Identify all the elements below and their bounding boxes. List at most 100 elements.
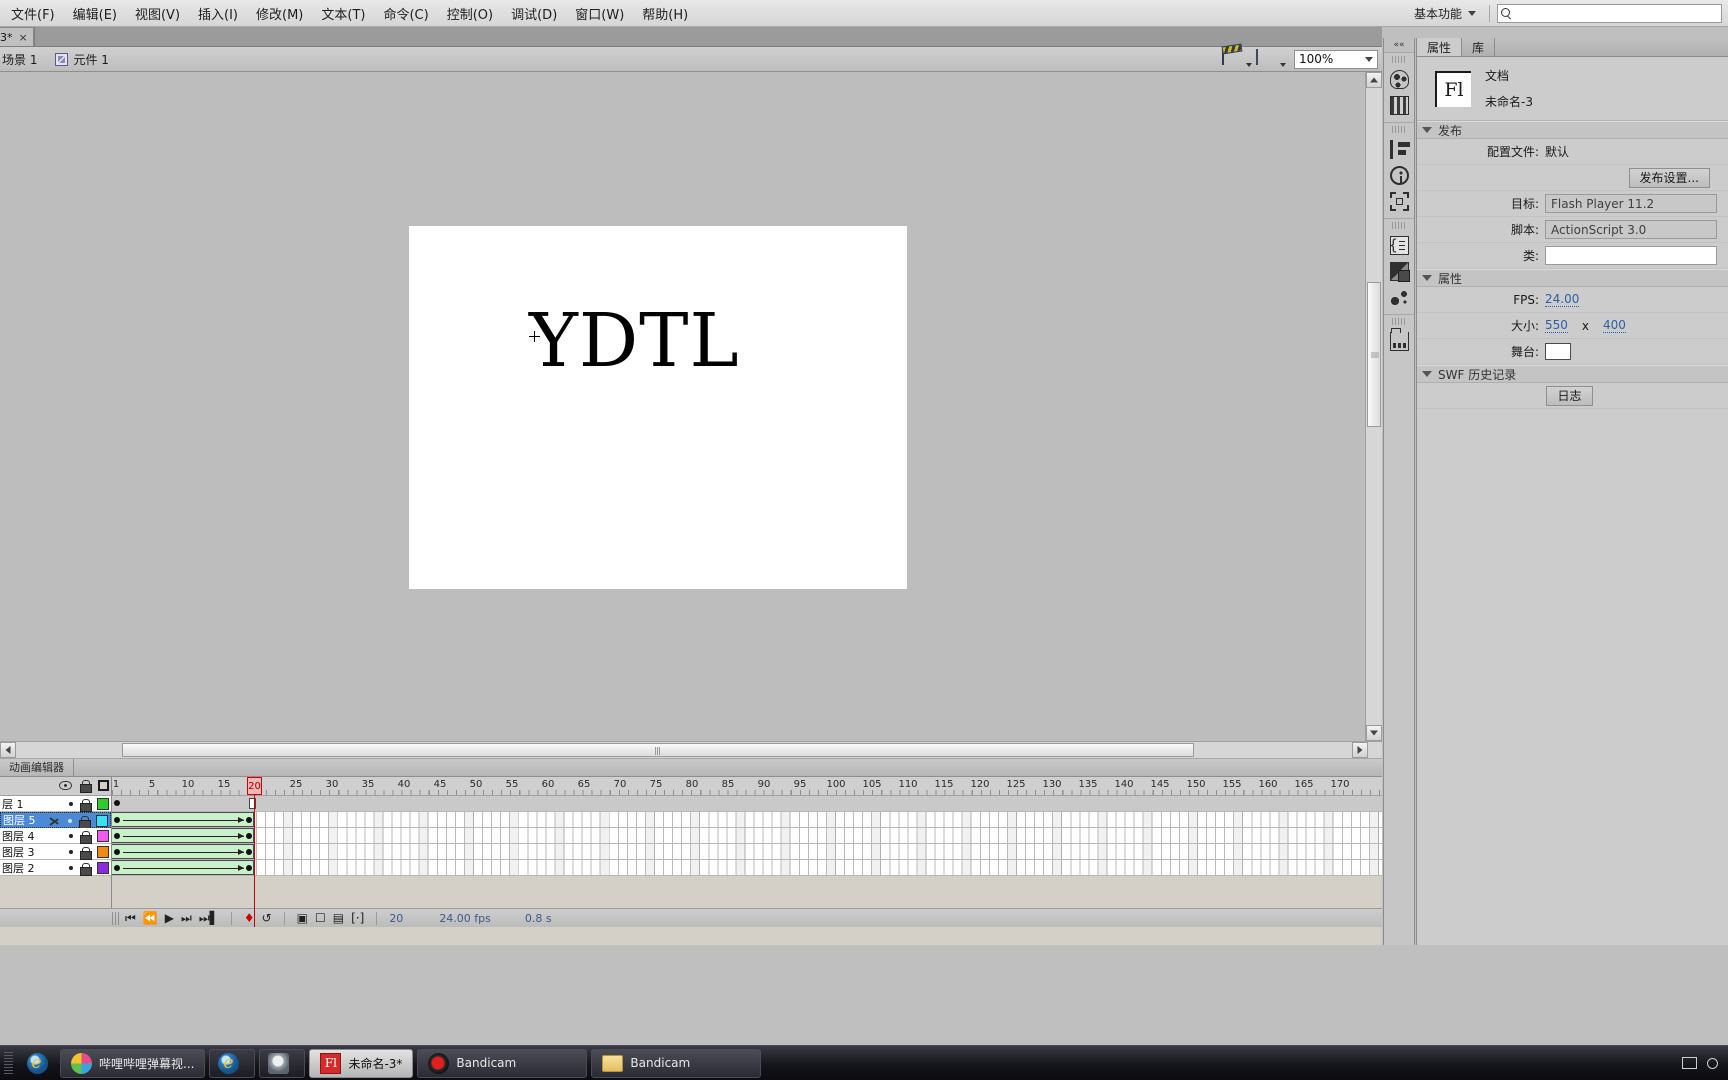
loop-playback-icon[interactable]: ↺ — [262, 911, 272, 925]
frame-row[interactable] — [112, 844, 1382, 860]
keyframe-marker[interactable] — [246, 865, 252, 871]
step-forward-button[interactable]: ⏭ — [181, 911, 192, 926]
playhead-frame-number[interactable]: 20 — [247, 777, 262, 795]
edit-multiple-frames-icon[interactable]: ▤ — [333, 911, 344, 925]
swf-history-section-header[interactable]: SWF 历史记录 — [1417, 365, 1728, 383]
publish-class-input[interactable] — [1545, 246, 1717, 265]
keyframe-marker[interactable] — [246, 849, 252, 855]
lock-toggle[interactable] — [80, 862, 92, 876]
lock-icon[interactable] — [80, 780, 92, 793]
layer-row-3[interactable]: 图层 3 — [0, 844, 111, 860]
layer-name-label[interactable]: 层 1 — [0, 796, 24, 812]
playhead[interactable]: 20 — [247, 777, 262, 927]
quick-launch-ie[interactable] — [16, 1047, 58, 1080]
keyframe-marker[interactable] — [114, 800, 120, 806]
lock-toggle[interactable] — [79, 815, 91, 829]
layer-name-label[interactable]: 图层 4 — [0, 828, 35, 844]
keyframe-marker[interactable] — [246, 817, 252, 823]
menu-view[interactable]: 视图(V) — [126, 0, 189, 27]
modify-onion-markers-icon[interactable]: [·] — [351, 911, 364, 925]
visibility-toggle[interactable] — [69, 802, 73, 806]
frame-ruler[interactable]: 1 5 10 15 25 30 35 40 45 50 55 60 65 70 … — [112, 777, 1382, 796]
visibility-toggle[interactable] — [69, 866, 73, 870]
motion-tween-span[interactable] — [112, 812, 254, 827]
zoom-level-select[interactable]: 100% — [1294, 49, 1378, 69]
taskbar-item-app[interactable] — [259, 1048, 306, 1078]
panel-group-grip[interactable] — [1392, 222, 1406, 229]
menu-file[interactable]: 文件(F) — [2, 0, 64, 27]
panel-group-grip[interactable] — [1392, 318, 1406, 325]
components-panel-button[interactable] — [1384, 258, 1414, 284]
motion-tween-span[interactable] — [112, 828, 254, 843]
panel-group-grip[interactable] — [1392, 56, 1406, 63]
swf-log-button[interactable]: 日志 — [1546, 385, 1593, 406]
fps-value[interactable]: 24.00 — [1545, 292, 1580, 307]
keyframe-marker[interactable] — [114, 849, 120, 855]
keyframe-marker[interactable] — [114, 817, 120, 823]
timeline-grip-icon[interactable] — [112, 911, 119, 925]
chevron-down-icon[interactable] — [1422, 371, 1432, 377]
stage-horizontal-scrollbar[interactable] — [0, 741, 1382, 758]
outline-icon[interactable] — [98, 780, 109, 791]
motion-presets-button[interactable] — [1384, 284, 1414, 310]
layer-color-chip[interactable] — [97, 862, 109, 874]
document-tab[interactable]: 3* × — [0, 27, 34, 46]
frame-row[interactable] — [112, 796, 1382, 812]
visibility-toggle[interactable] — [69, 850, 73, 854]
play-button[interactable]: ▶ — [165, 911, 174, 925]
frame-row[interactable] — [112, 812, 1382, 828]
chevron-down-icon[interactable] — [1422, 127, 1432, 133]
color-panel-button[interactable] — [1384, 66, 1414, 92]
menu-modify[interactable]: 修改(M) — [247, 0, 312, 27]
keyframe-marker[interactable] — [114, 833, 120, 839]
visibility-toggle[interactable] — [69, 834, 73, 838]
tray-network-icon[interactable] — [1682, 1057, 1697, 1069]
align-panel-button[interactable] — [1384, 136, 1414, 162]
menu-debug[interactable]: 调试(D) — [502, 0, 566, 27]
keyframe-marker[interactable] — [246, 833, 252, 839]
layer-name-label[interactable]: 图层 5 — [1, 812, 36, 828]
scroll-right-button[interactable] — [1352, 742, 1368, 758]
swatches-panel-button[interactable] — [1384, 92, 1414, 118]
chevron-down-icon[interactable] — [1246, 62, 1252, 67]
layer-color-chip[interactable] — [97, 830, 109, 842]
frames-area[interactable]: 1 5 10 15 25 30 35 40 45 50 55 60 65 70 … — [112, 777, 1382, 927]
stage-vertical-scrollbar[interactable] — [1365, 72, 1382, 741]
workspace-switcher[interactable]: 基本功能 — [1408, 2, 1482, 25]
motion-tween-span[interactable] — [112, 844, 254, 859]
breadcrumb-symbol[interactable]: 元件 1 — [73, 51, 108, 68]
fps-indicator[interactable]: 24.00 fps — [439, 912, 491, 925]
scroll-down-button[interactable] — [1366, 725, 1382, 741]
menu-help[interactable]: 帮助(H) — [633, 0, 697, 27]
tab-motion-editor[interactable]: 动画编辑器 — [0, 758, 74, 777]
taskbar-item-bandicam-folder[interactable]: Bandicam — [591, 1048, 762, 1078]
taskbar-grip[interactable] — [4, 1052, 13, 1074]
layer-color-chip[interactable] — [97, 846, 109, 858]
layer-row-5[interactable]: 图层 5 — [0, 812, 111, 829]
frame-row[interactable] — [112, 860, 1382, 876]
chevron-down-icon[interactable] — [1280, 62, 1286, 67]
breadcrumb-scene[interactable]: 场景 1 — [2, 51, 37, 68]
vertical-scroll-thumb[interactable] — [1367, 282, 1381, 427]
layer-color-chip[interactable] — [96, 815, 108, 827]
taskbar-item-ie[interactable] — [209, 1048, 256, 1078]
stage-area[interactable]: YDTL — [0, 72, 1365, 741]
menu-window[interactable]: 窗口(W) — [566, 0, 633, 27]
lock-toggle[interactable] — [80, 830, 92, 844]
eye-icon[interactable] — [59, 781, 72, 790]
stage-canvas[interactable]: YDTL — [409, 226, 907, 589]
stage-text-object[interactable]: YDTL — [529, 304, 740, 378]
library-panel-button[interactable] — [1384, 327, 1414, 354]
center-frame-icon[interactable]: ♦ — [244, 911, 255, 925]
step-back-button[interactable]: ⏪ — [143, 911, 158, 925]
lock-toggle[interactable] — [80, 846, 92, 860]
transform-panel-button[interactable] — [1384, 188, 1414, 214]
layer-row-2[interactable]: 图层 2 — [0, 860, 111, 876]
publish-settings-button[interactable]: 发布设置... — [1628, 167, 1710, 188]
stage-height-value[interactable]: 400 — [1603, 318, 1626, 333]
menu-text[interactable]: 文本(T) — [312, 0, 374, 27]
tab-properties[interactable]: 属性 — [1417, 38, 1463, 56]
scroll-left-button[interactable] — [0, 742, 16, 758]
go-to-first-frame-button[interactable]: ⏮ — [125, 911, 136, 926]
menu-control[interactable]: 控制(O) — [438, 0, 502, 27]
